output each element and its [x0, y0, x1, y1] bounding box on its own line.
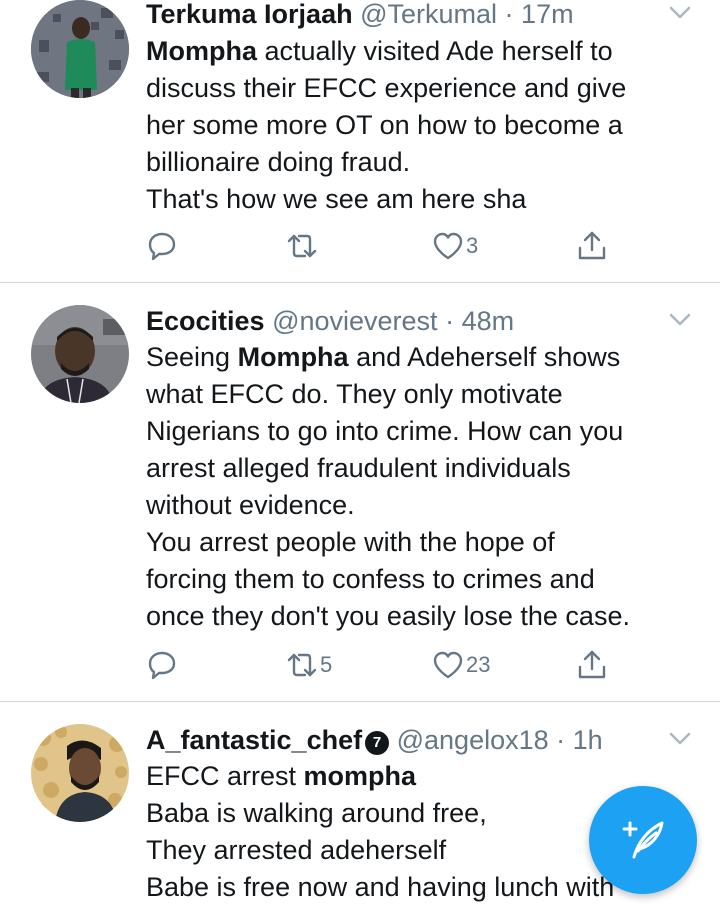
- timestamp[interactable]: 48m: [462, 306, 515, 336]
- timestamp[interactable]: 17m: [521, 0, 574, 29]
- like-button[interactable]: 3: [432, 226, 478, 266]
- reply-icon: [148, 232, 176, 261]
- compose-tweet-icon: [622, 821, 664, 859]
- retweet-icon: [287, 653, 317, 677]
- text-line: her some more OT on how to become a: [146, 110, 623, 140]
- tweet-header: Terkuma Iorjaah @Terkumal · 17m: [146, 0, 660, 32]
- timestamp[interactable]: 1h: [573, 725, 603, 755]
- text-line: forcing them to confess to crimes and: [146, 564, 595, 594]
- text-line: That's how we see am here sha: [146, 184, 527, 214]
- text-line: what EFCC do. They only motivate: [146, 379, 563, 409]
- chevron-down-icon[interactable]: [666, 305, 694, 333]
- text-line: discuss their EFCC experience and give: [146, 73, 627, 103]
- display-name[interactable]: Ecocities: [146, 306, 265, 336]
- share-button[interactable]: [576, 645, 608, 685]
- tweet-header: Ecocities @novieverest · 48m: [146, 303, 660, 339]
- text-line: Seeing: [146, 342, 238, 372]
- badge-icon: 7: [365, 731, 390, 755]
- text-line: arrest alleged fraudulent individuals: [146, 453, 571, 483]
- user-handle[interactable]: @Terkumal: [360, 0, 497, 29]
- tweet-actions: 5 23: [146, 645, 626, 685]
- avatar[interactable]: [31, 724, 129, 822]
- separator: ·: [437, 306, 462, 336]
- tweet-actions: 3: [146, 226, 626, 266]
- mention-bold: Mompha: [237, 342, 349, 372]
- heart-icon: [433, 651, 463, 679]
- share-icon: [578, 231, 606, 260]
- like-count: 23: [466, 652, 491, 677]
- reply-button[interactable]: [146, 226, 178, 266]
- tweet-header: A_fantastic_chef 7 @angelox18 · 1h: [146, 722, 660, 758]
- separator: ·: [548, 725, 573, 755]
- retweet-button[interactable]: [286, 226, 320, 266]
- text-line: and Adeherself shows: [348, 342, 621, 372]
- display-name[interactable]: A_fantastic_chef: [146, 725, 362, 755]
- tweet-text: Mompha actually visited Ade herself to d…: [146, 33, 706, 218]
- tweet[interactable]: Terkuma Iorjaah @Terkumal · 17m Mompha a…: [0, 0, 720, 282]
- avatar[interactable]: [31, 305, 129, 403]
- reply-button[interactable]: [146, 645, 178, 685]
- retweet-button[interactable]: 5: [286, 645, 332, 685]
- share-button[interactable]: [576, 226, 608, 266]
- heart-icon: [433, 232, 463, 260]
- text-line: billionaire doing fraud.: [146, 147, 411, 177]
- share-icon: [578, 650, 606, 679]
- text-line: actually visited Ade herself to: [257, 36, 613, 66]
- reply-icon: [148, 651, 176, 680]
- tweet-text: Seeing Mompha and Adeherself shows what …: [146, 339, 706, 635]
- user-handle[interactable]: @angelox18: [397, 725, 549, 755]
- like-button[interactable]: 23: [432, 645, 490, 685]
- separator: ·: [497, 0, 522, 29]
- retweet-icon: [287, 234, 317, 258]
- text-line: without evidence.: [146, 490, 355, 520]
- mention-bold: Mompha: [146, 36, 257, 66]
- user-handle[interactable]: @novieverest: [272, 306, 437, 336]
- avatar[interactable]: [31, 0, 129, 98]
- chevron-down-icon[interactable]: [666, 0, 694, 26]
- avatar-photo: [31, 0, 129, 98]
- mention-bold: mompha: [303, 761, 417, 791]
- like-count: 3: [466, 233, 479, 258]
- avatar-photo: [31, 305, 129, 403]
- avatar-photo: [31, 724, 129, 822]
- tweet[interactable]: Ecocities @novieverest · 48m Seeing Momp…: [0, 283, 720, 701]
- display-name[interactable]: Terkuma Iorjaah: [146, 0, 353, 29]
- text-line: You arrest people with the hope of: [146, 527, 555, 557]
- text-line: once they don't you easily lose the case…: [146, 601, 630, 631]
- chevron-down-icon[interactable]: [666, 724, 694, 752]
- compose-tweet-button[interactable]: [589, 786, 697, 894]
- retweet-count: 5: [320, 652, 333, 677]
- text-line: EFCC arrest: [146, 761, 304, 791]
- text-line: Nigerians to go into crime. How can you: [146, 416, 624, 446]
